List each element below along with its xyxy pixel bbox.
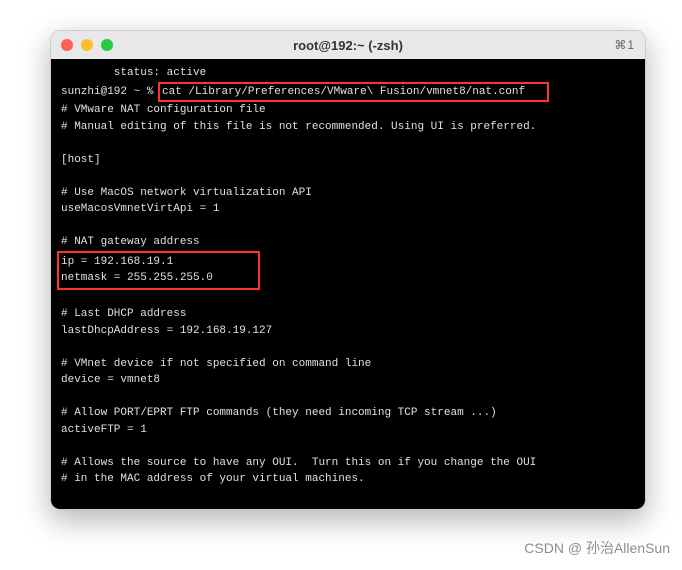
- config-section: [host]: [61, 154, 101, 166]
- config-line: activeFTP = 1: [61, 424, 147, 436]
- config-comment: # in the MAC address of your virtual mac…: [61, 473, 365, 485]
- config-line: useMacosVmnetVirtApi = 1: [61, 203, 219, 215]
- config-comment: # Last DHCP address: [61, 308, 186, 320]
- watermark: CSDN @ 孙治AllenSun: [524, 538, 670, 558]
- window-title: root@192:~ (-zsh): [51, 38, 645, 53]
- gateway-highlight: ip = 192.168.19.1 netmask = 255.255.255.…: [57, 251, 260, 290]
- window-shortcut: ⌘1: [614, 38, 635, 52]
- config-netmask: netmask = 255.255.255.0: [61, 272, 213, 284]
- close-icon[interactable]: [61, 39, 73, 51]
- config-line: device = vmnet8: [61, 374, 160, 386]
- config-comment: # VMware NAT configuration file: [61, 104, 266, 116]
- traffic-lights: [61, 39, 113, 51]
- config-ip: ip = 192.168.19.1: [61, 256, 173, 268]
- config-comment: # Allow PORT/EPRT FTP commands (they nee…: [61, 407, 497, 419]
- config-comment: # NAT gateway address: [61, 236, 200, 248]
- config-comment: # Use MacOS network virtualization API: [61, 187, 312, 199]
- terminal-content[interactable]: status: active sunzhi@192 ~ % cat /Libra…: [51, 59, 645, 509]
- terminal-window: root@192:~ (-zsh) ⌘1 status: active sunz…: [50, 30, 646, 510]
- shell-prompt: sunzhi@192 ~ %: [61, 86, 160, 98]
- config-comment: # Allows the source to have any OUI. Tur…: [61, 457, 536, 469]
- status-line: status: active: [61, 67, 206, 79]
- config-line: lastDhcpAddress = 192.168.19.127: [61, 325, 272, 337]
- config-comment: # Manual editing of this file is not rec…: [61, 121, 536, 133]
- config-comment: # VMnet device if not specified on comma…: [61, 358, 371, 370]
- command-text: cat /Library/Preferences/VMware\ Fusion/…: [162, 86, 525, 98]
- titlebar[interactable]: root@192:~ (-zsh) ⌘1: [51, 31, 645, 59]
- minimize-icon[interactable]: [81, 39, 93, 51]
- command-highlight: cat /Library/Preferences/VMware\ Fusion/…: [158, 82, 549, 103]
- maximize-icon[interactable]: [101, 39, 113, 51]
